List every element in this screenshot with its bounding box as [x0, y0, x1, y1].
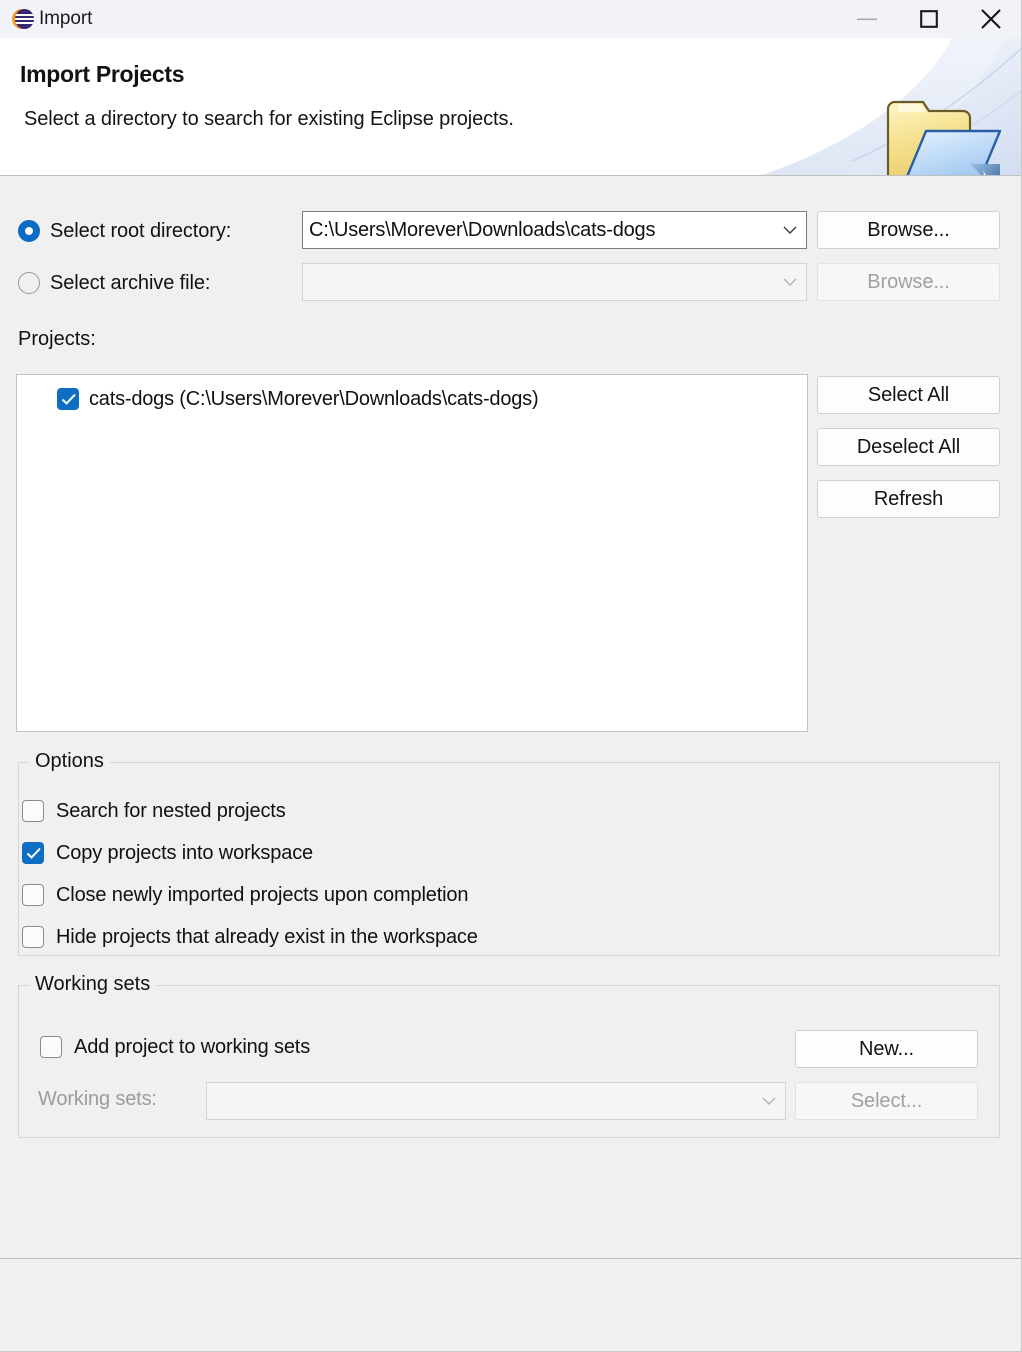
add-to-working-sets-checkbox[interactable]: [40, 1036, 62, 1058]
browse-root-directory-button[interactable]: Browse...: [817, 211, 1000, 249]
chevron-down-icon-disabled: [774, 277, 806, 287]
close-button[interactable]: [960, 0, 1021, 38]
working-sets-group-title: Working sets: [29, 973, 157, 996]
option-search-nested-checkbox[interactable]: [22, 800, 44, 822]
working-sets-combo: [206, 1082, 786, 1120]
option-copy-projects-checkbox[interactable]: [22, 842, 44, 864]
chevron-down-icon[interactable]: [774, 225, 806, 235]
projects-list[interactable]: cats-dogs (C:\Users\Morever\Downloads\ca…: [16, 374, 808, 732]
check-icon: [61, 393, 76, 405]
deselect-all-button[interactable]: Deselect All: [817, 428, 1000, 466]
radio-root-directory[interactable]: [18, 220, 40, 242]
maximize-icon: [920, 10, 938, 28]
option-search-nested-label: Search for nested projects: [56, 799, 286, 822]
check-icon: [26, 847, 41, 859]
option-search-nested-row[interactable]: Search for nested projects: [22, 796, 286, 826]
banner: Import Projects Select a directory to se…: [0, 38, 1021, 175]
page-subtitle: Select a directory to search for existin…: [24, 108, 514, 130]
select-working-set-button: Select...: [795, 1082, 978, 1120]
window-controls: [836, 0, 1021, 38]
new-working-set-button[interactable]: New...: [795, 1030, 978, 1068]
root-directory-value: C:\Users\Morever\Downloads\cats-dogs: [309, 218, 656, 241]
footer-button-bar: ? < Back Next > Finish Cancel: [0, 1259, 1021, 1351]
projects-label: Projects:: [18, 328, 96, 350]
window-title: Import: [39, 8, 93, 29]
option-close-imported-label: Close newly imported projects upon compl…: [56, 883, 469, 906]
add-to-working-sets-label: Add project to working sets: [74, 1035, 311, 1058]
root-directory-combo[interactable]: C:\Users\Morever\Downloads\cats-dogs: [302, 211, 807, 249]
option-hide-existing-checkbox[interactable]: [22, 926, 44, 948]
option-copy-projects-row[interactable]: Copy projects into workspace: [22, 838, 313, 868]
option-copy-projects-label: Copy projects into workspace: [56, 841, 314, 864]
select-root-directory-radio-row[interactable]: Select root directory:: [18, 214, 231, 248]
radio-archive-file[interactable]: [18, 272, 40, 294]
options-group-title: Options: [29, 750, 110, 773]
label-root-directory: Select root directory:: [50, 219, 232, 242]
option-hide-existing-label: Hide projects that already exist in the …: [56, 925, 478, 948]
option-close-imported-checkbox[interactable]: [22, 884, 44, 906]
select-archive-file-radio-row[interactable]: Select archive file:: [18, 266, 210, 300]
maximize-button[interactable]: [898, 0, 960, 38]
minimize-button[interactable]: [836, 0, 898, 38]
select-all-button[interactable]: Select All: [817, 376, 1000, 414]
project-label: cats-dogs (C:\Users\Morever\Downloads\ca…: [89, 387, 539, 410]
option-close-imported-row[interactable]: Close newly imported projects upon compl…: [22, 880, 469, 910]
dialog-body: Select root directory: C:\Users\Morever\…: [0, 176, 1021, 1258]
project-checkbox[interactable]: [57, 388, 79, 410]
eclipse-logo-icon: [12, 7, 36, 31]
working-sets-combo-label-row: Working sets:: [38, 1084, 157, 1114]
import-projects-dialog: Import Import Projects Select a director…: [0, 0, 1022, 1352]
browse-archive-file-button: Browse...: [817, 263, 1000, 301]
working-sets-combo-label: Working sets:: [38, 1087, 157, 1110]
page-title: Import Projects: [20, 61, 185, 87]
list-item[interactable]: cats-dogs (C:\Users\Morever\Downloads\ca…: [17, 383, 807, 415]
refresh-button[interactable]: Refresh: [817, 480, 1000, 518]
archive-file-combo: [302, 263, 807, 301]
open-folder-import-icon: [886, 100, 1002, 175]
add-to-working-sets-row[interactable]: Add project to working sets: [40, 1032, 310, 1062]
option-hide-existing-row[interactable]: Hide projects that already exist in the …: [22, 922, 478, 952]
close-icon: [981, 9, 1001, 29]
title-bar: Import: [0, 0, 1021, 38]
minimize-icon: [857, 18, 877, 21]
chevron-down-icon-disabled: [753, 1096, 785, 1106]
title-bar-left: Import: [0, 0, 836, 38]
label-archive-file: Select archive file:: [50, 271, 211, 294]
